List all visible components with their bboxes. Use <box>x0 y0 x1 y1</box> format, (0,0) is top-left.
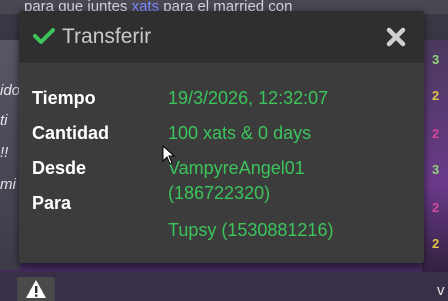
left-fragment: mi <box>0 176 16 193</box>
warning-button[interactable] <box>17 277 55 301</box>
field-value-time: 19/3/2026, 12:32:07 <box>168 88 329 108</box>
background-left-panel: ido ti !! mi <box>0 40 20 270</box>
field-label-amount: Cantidad <box>32 123 110 143</box>
right-fragment: 2 <box>432 88 440 103</box>
left-fragment: ti <box>0 112 8 129</box>
mouse-cursor-icon <box>162 145 176 165</box>
left-fragment: ido <box>0 82 21 99</box>
field-value-from: VampyreAngel01 <box>168 158 305 178</box>
right-fragment: 2 <box>432 200 440 215</box>
right-fragment: 2 <box>432 126 440 141</box>
background-fragment: v <box>437 282 445 299</box>
transfer-dialog: Transferir Tiempo Cantidad Desde Para 19… <box>19 11 424 263</box>
dialog-titlebar: Transferir <box>19 11 424 63</box>
field-value-amount: 100 xats & 0 days <box>168 123 312 143</box>
warning-icon <box>26 280 46 298</box>
field-label-from: Desde <box>32 158 87 178</box>
dialog-title: Transferir <box>62 25 152 48</box>
close-icon[interactable] <box>386 27 406 47</box>
right-fragment: 2 <box>432 236 440 251</box>
background-bottom-bar <box>0 272 448 301</box>
right-fragment: 3 <box>432 162 440 177</box>
field-value-to: Tupsy (1530881216) <box>168 220 334 240</box>
background-right-panel: 3 2 2 3 2 2 <box>422 40 448 280</box>
left-fragment: !! <box>0 144 9 161</box>
field-label-to: Para <box>32 193 72 213</box>
right-fragment: 3 <box>432 52 440 67</box>
field-label-time: Tiempo <box>32 88 96 108</box>
check-icon <box>33 28 55 44</box>
field-value-from-id: (186722320) <box>168 183 271 203</box>
